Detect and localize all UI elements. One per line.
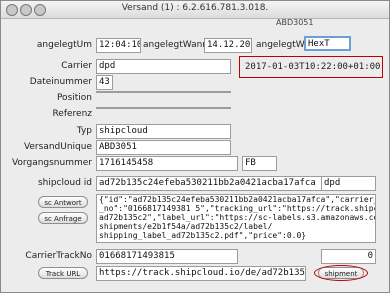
- angelegt-um-field[interactable]: 12:04:10: [96, 38, 141, 53]
- track-url-field[interactable]: https://track.shipcloud.io/de/ad72b135c2: [96, 266, 306, 281]
- carrier-trackno-count[interactable]: 0: [321, 249, 376, 264]
- shipment-highlight: [314, 265, 368, 281]
- typ-field[interactable]: shipcloud: [96, 124, 231, 139]
- angelegt-wann-label: angelegtWann: [143, 40, 208, 50]
- carrier-field[interactable]: dpd: [96, 59, 231, 74]
- angelegt-wann-field[interactable]: 14.12.2016: [204, 38, 252, 53]
- sc-anfrage-button[interactable]: sc Anfrage: [38, 212, 88, 224]
- carrier-trackno-label: CarrierTrackNo: [25, 251, 92, 261]
- referenz-label: Referenz: [52, 109, 92, 119]
- track-url-button[interactable]: Track URL: [38, 267, 88, 279]
- angelegt-wer-field[interactable]: HexT: [304, 36, 351, 51]
- shipcloud-id-label: shipcloud id: [37, 178, 92, 188]
- shipcloud-carrier-field[interactable]: dpd: [321, 176, 376, 191]
- header-code: ABD3051: [276, 18, 314, 27]
- versand-window: Versand (1) : 6.2.616.781.3.018. ABD3051…: [0, 0, 390, 293]
- shipcloud-response-text[interactable]: {"id":"ad72b135c24efeba530211bb2a0421acb…: [96, 194, 376, 243]
- versandunique-label: VersandUnique: [23, 142, 92, 152]
- carrier-trackno-field[interactable]: 01668171493815: [96, 249, 238, 264]
- position-label: Position: [56, 93, 92, 103]
- dateinummer-label: Dateinummer: [29, 77, 92, 87]
- carrier-label: Carrier: [61, 61, 92, 71]
- vorgangsnummer-field[interactable]: 1716145458: [96, 156, 238, 171]
- versandunique-field[interactable]: ABD3051: [96, 140, 231, 155]
- referenz-field[interactable]: [96, 107, 231, 109]
- title-bar: Versand (1) : 6.2.616.781.3.018.: [1, 1, 389, 19]
- sc-antwort-button[interactable]: sc Antwort: [38, 196, 88, 208]
- angelegt-um-label: angelegtUm: [36, 40, 92, 50]
- vorgangsnummer-label: Vorgangsnummer: [11, 158, 92, 168]
- carrier-date: 2017-01-03T10:22:00+01:00: [245, 62, 381, 72]
- dateinummer-field[interactable]: 43: [96, 75, 113, 90]
- typ-label: Typ: [76, 126, 92, 136]
- window-title: Versand (1) : 6.2.616.781.3.018.: [121, 3, 269, 13]
- vorgang-code-field[interactable]: FB: [242, 156, 277, 171]
- position-field[interactable]: [96, 91, 231, 93]
